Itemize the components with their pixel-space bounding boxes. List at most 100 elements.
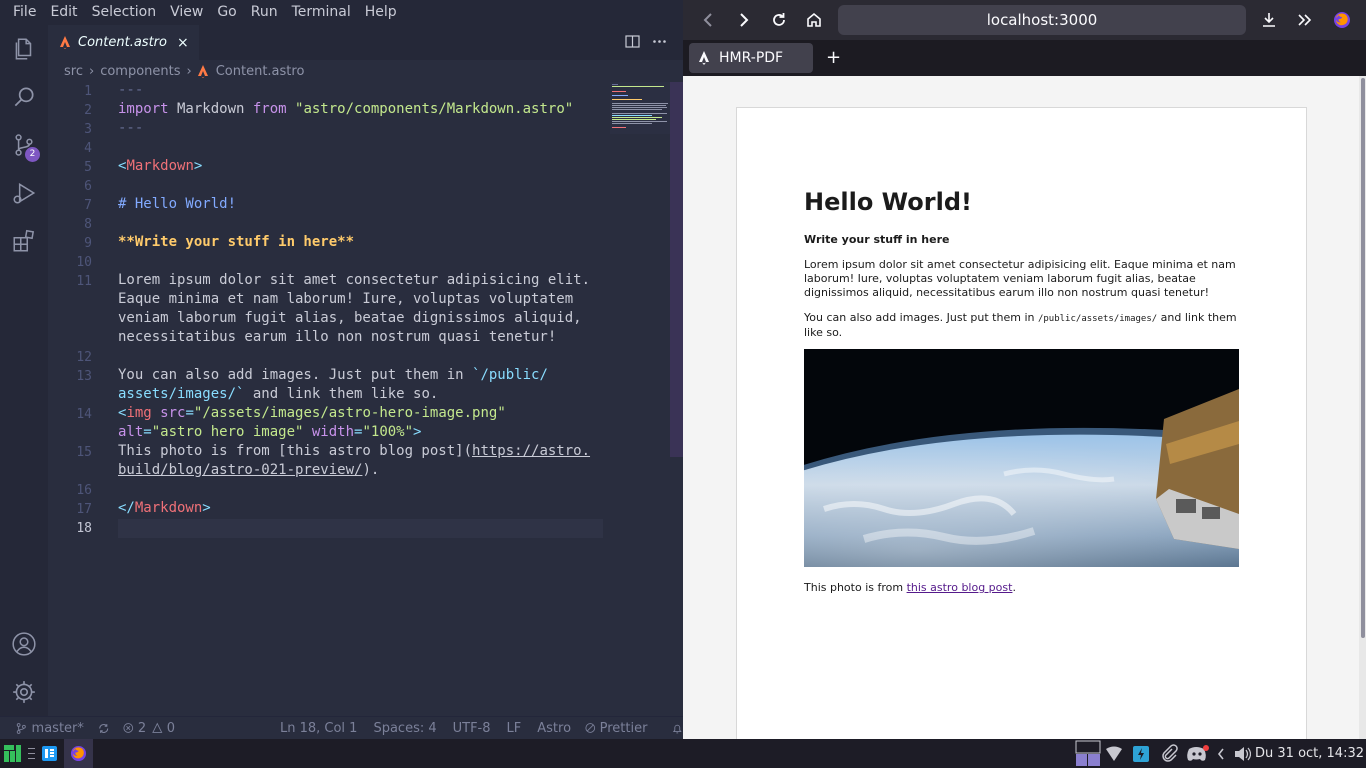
- code-line-3: ---: [118, 120, 144, 136]
- status-branch[interactable]: master*: [32, 721, 84, 736]
- wifi-icon[interactable]: [1105, 746, 1123, 762]
- breadcrumb-file[interactable]: Content.astro: [216, 64, 305, 79]
- page-text: You can also add images. Just put them i…: [804, 311, 1038, 324]
- warning-icon: [152, 722, 163, 733]
- code-token: "/assets/images/astro-hero-image.png": [193, 405, 506, 421]
- files-icon[interactable]: [0, 25, 48, 73]
- menu-go[interactable]: Go: [210, 0, 243, 25]
- firefox-icon[interactable]: [1333, 11, 1351, 29]
- search-icon[interactable]: [0, 73, 48, 121]
- code-line-2: import Markdown from "astro/components/M…: [118, 101, 573, 117]
- file-manager-icon[interactable]: [41, 745, 58, 762]
- line-number: 16: [76, 483, 92, 498]
- status-eol[interactable]: LF: [507, 721, 522, 736]
- status-bar: master* 2 0 Ln 18, Col 1 Spaces: 4 UTF-8…: [0, 716, 683, 739]
- close-icon[interactable]: ×: [177, 35, 189, 51]
- source-control-icon[interactable]: 2: [0, 121, 48, 169]
- line-number: 4: [84, 141, 92, 156]
- minimap[interactable]: [610, 82, 670, 134]
- status-position[interactable]: Ln 18, Col 1: [280, 721, 357, 736]
- prettier-icon: [585, 723, 596, 733]
- line-number: 17: [76, 502, 92, 517]
- editor-tab-content-astro[interactable]: Content.astro ×: [48, 25, 199, 60]
- volume-icon[interactable]: [1233, 745, 1251, 763]
- browser-tab-hmr-pdf[interactable]: HMR-PDF: [689, 43, 813, 73]
- download-icon[interactable]: [1260, 11, 1278, 29]
- code-line-13b: assets/images/` and link them like so.: [118, 386, 438, 402]
- line-number: 2: [84, 103, 92, 118]
- extensions-icon[interactable]: [0, 217, 48, 265]
- breadcrumb-components[interactable]: components: [100, 64, 180, 79]
- breadcrumb-src[interactable]: src: [64, 64, 83, 79]
- line-number: 8: [84, 217, 92, 232]
- discord-icon[interactable]: [1186, 745, 1210, 763]
- overflow-chevrons-icon[interactable]: [1296, 11, 1314, 29]
- code-token: >: [202, 500, 211, 516]
- menu-file[interactable]: File: [6, 0, 43, 25]
- line-number: 12: [76, 350, 92, 365]
- new-tab-button[interactable]: +: [826, 47, 841, 68]
- menu-help[interactable]: Help: [358, 0, 404, 25]
- code-line-15b: build/blog/astro-021-preview/).: [118, 462, 379, 478]
- chevron-right-icon: ›: [88, 63, 95, 79]
- code-token: alt: [118, 424, 144, 440]
- status-encoding[interactable]: UTF-8: [453, 721, 491, 736]
- page-scrollbar[interactable]: [1359, 76, 1366, 739]
- status-warnings[interactable]: 0: [167, 721, 175, 736]
- code-token: import: [118, 101, 169, 117]
- code-token: assets/images/`: [118, 386, 245, 402]
- editor-scrollbar[interactable]: [670, 82, 683, 457]
- paperclip-icon[interactable]: [1160, 744, 1178, 762]
- home-icon[interactable]: [805, 11, 823, 29]
- taskbar-clock[interactable]: Du 31 oct, 14:32: [1255, 739, 1364, 768]
- account-icon[interactable]: [0, 620, 48, 668]
- code-token: `/public/: [472, 367, 548, 383]
- status-formatter[interactable]: Prettier: [600, 721, 648, 736]
- more-actions-icon[interactable]: [652, 34, 667, 49]
- gear-icon[interactable]: [0, 668, 48, 716]
- tray-expand-icon[interactable]: [1216, 747, 1226, 761]
- branch-icon: [16, 722, 26, 734]
- split-editor-icon[interactable]: [625, 34, 640, 49]
- page-scrollbar-thumb[interactable]: [1361, 78, 1365, 638]
- editor-tab-label: Content.astro: [78, 35, 167, 50]
- code-token: "100%": [362, 424, 414, 440]
- url-bar[interactable]: localhost:3000: [838, 5, 1246, 35]
- line-number: 3: [84, 122, 92, 137]
- code-line-5: <Markdown>: [118, 158, 202, 174]
- menu-edit[interactable]: Edit: [43, 0, 84, 25]
- manjaro-menu-icon[interactable]: [4, 745, 21, 762]
- code-token: "astro hero image": [151, 424, 304, 440]
- line-number: 15: [76, 445, 92, 460]
- menu-view[interactable]: View: [163, 0, 210, 25]
- sync-icon[interactable]: [98, 722, 109, 735]
- code-token: =: [143, 424, 152, 440]
- workspace-switcher-icon[interactable]: [1075, 740, 1101, 767]
- run-debug-icon[interactable]: [0, 169, 48, 217]
- code-editor[interactable]: 1 2 3 4 5 6 7 8 9 10 11 12 13 14 15 16 1…: [48, 82, 668, 716]
- code-line-13a: You can also add images. Just put them i…: [118, 367, 548, 383]
- forward-icon[interactable]: [735, 11, 753, 29]
- menu-terminal[interactable]: Terminal: [285, 0, 358, 25]
- bell-icon[interactable]: [672, 722, 683, 735]
- page-text: This photo is from: [804, 581, 907, 594]
- code-line-14a: <img src="/assets/images/astro-hero-imag…: [118, 405, 506, 421]
- code-token: Write your stuff in here: [134, 234, 338, 250]
- battery-charging-icon[interactable]: [1131, 744, 1151, 764]
- code-token: width: [303, 424, 355, 440]
- menu-run[interactable]: Run: [244, 0, 285, 25]
- reload-icon[interactable]: [770, 11, 788, 29]
- page-caption: This photo is from this astro blog post.: [804, 581, 1244, 595]
- back-icon[interactable]: [700, 11, 718, 29]
- page-bold-text: Write your stuff in here: [804, 233, 950, 246]
- desktop-pager-icon[interactable]: [27, 745, 37, 762]
- taskbar-firefox-button[interactable]: [64, 739, 93, 768]
- menu-selection[interactable]: Selection: [85, 0, 164, 25]
- line-number: 11: [76, 274, 92, 289]
- error-icon: [123, 723, 134, 733]
- page-paragraph-2: You can also add images. Just put them i…: [804, 311, 1244, 340]
- blog-post-link[interactable]: this astro blog post: [907, 581, 1013, 594]
- status-spaces[interactable]: Spaces: 4: [373, 721, 436, 736]
- status-errors[interactable]: 2: [138, 721, 146, 736]
- status-language[interactable]: Astro: [537, 721, 571, 736]
